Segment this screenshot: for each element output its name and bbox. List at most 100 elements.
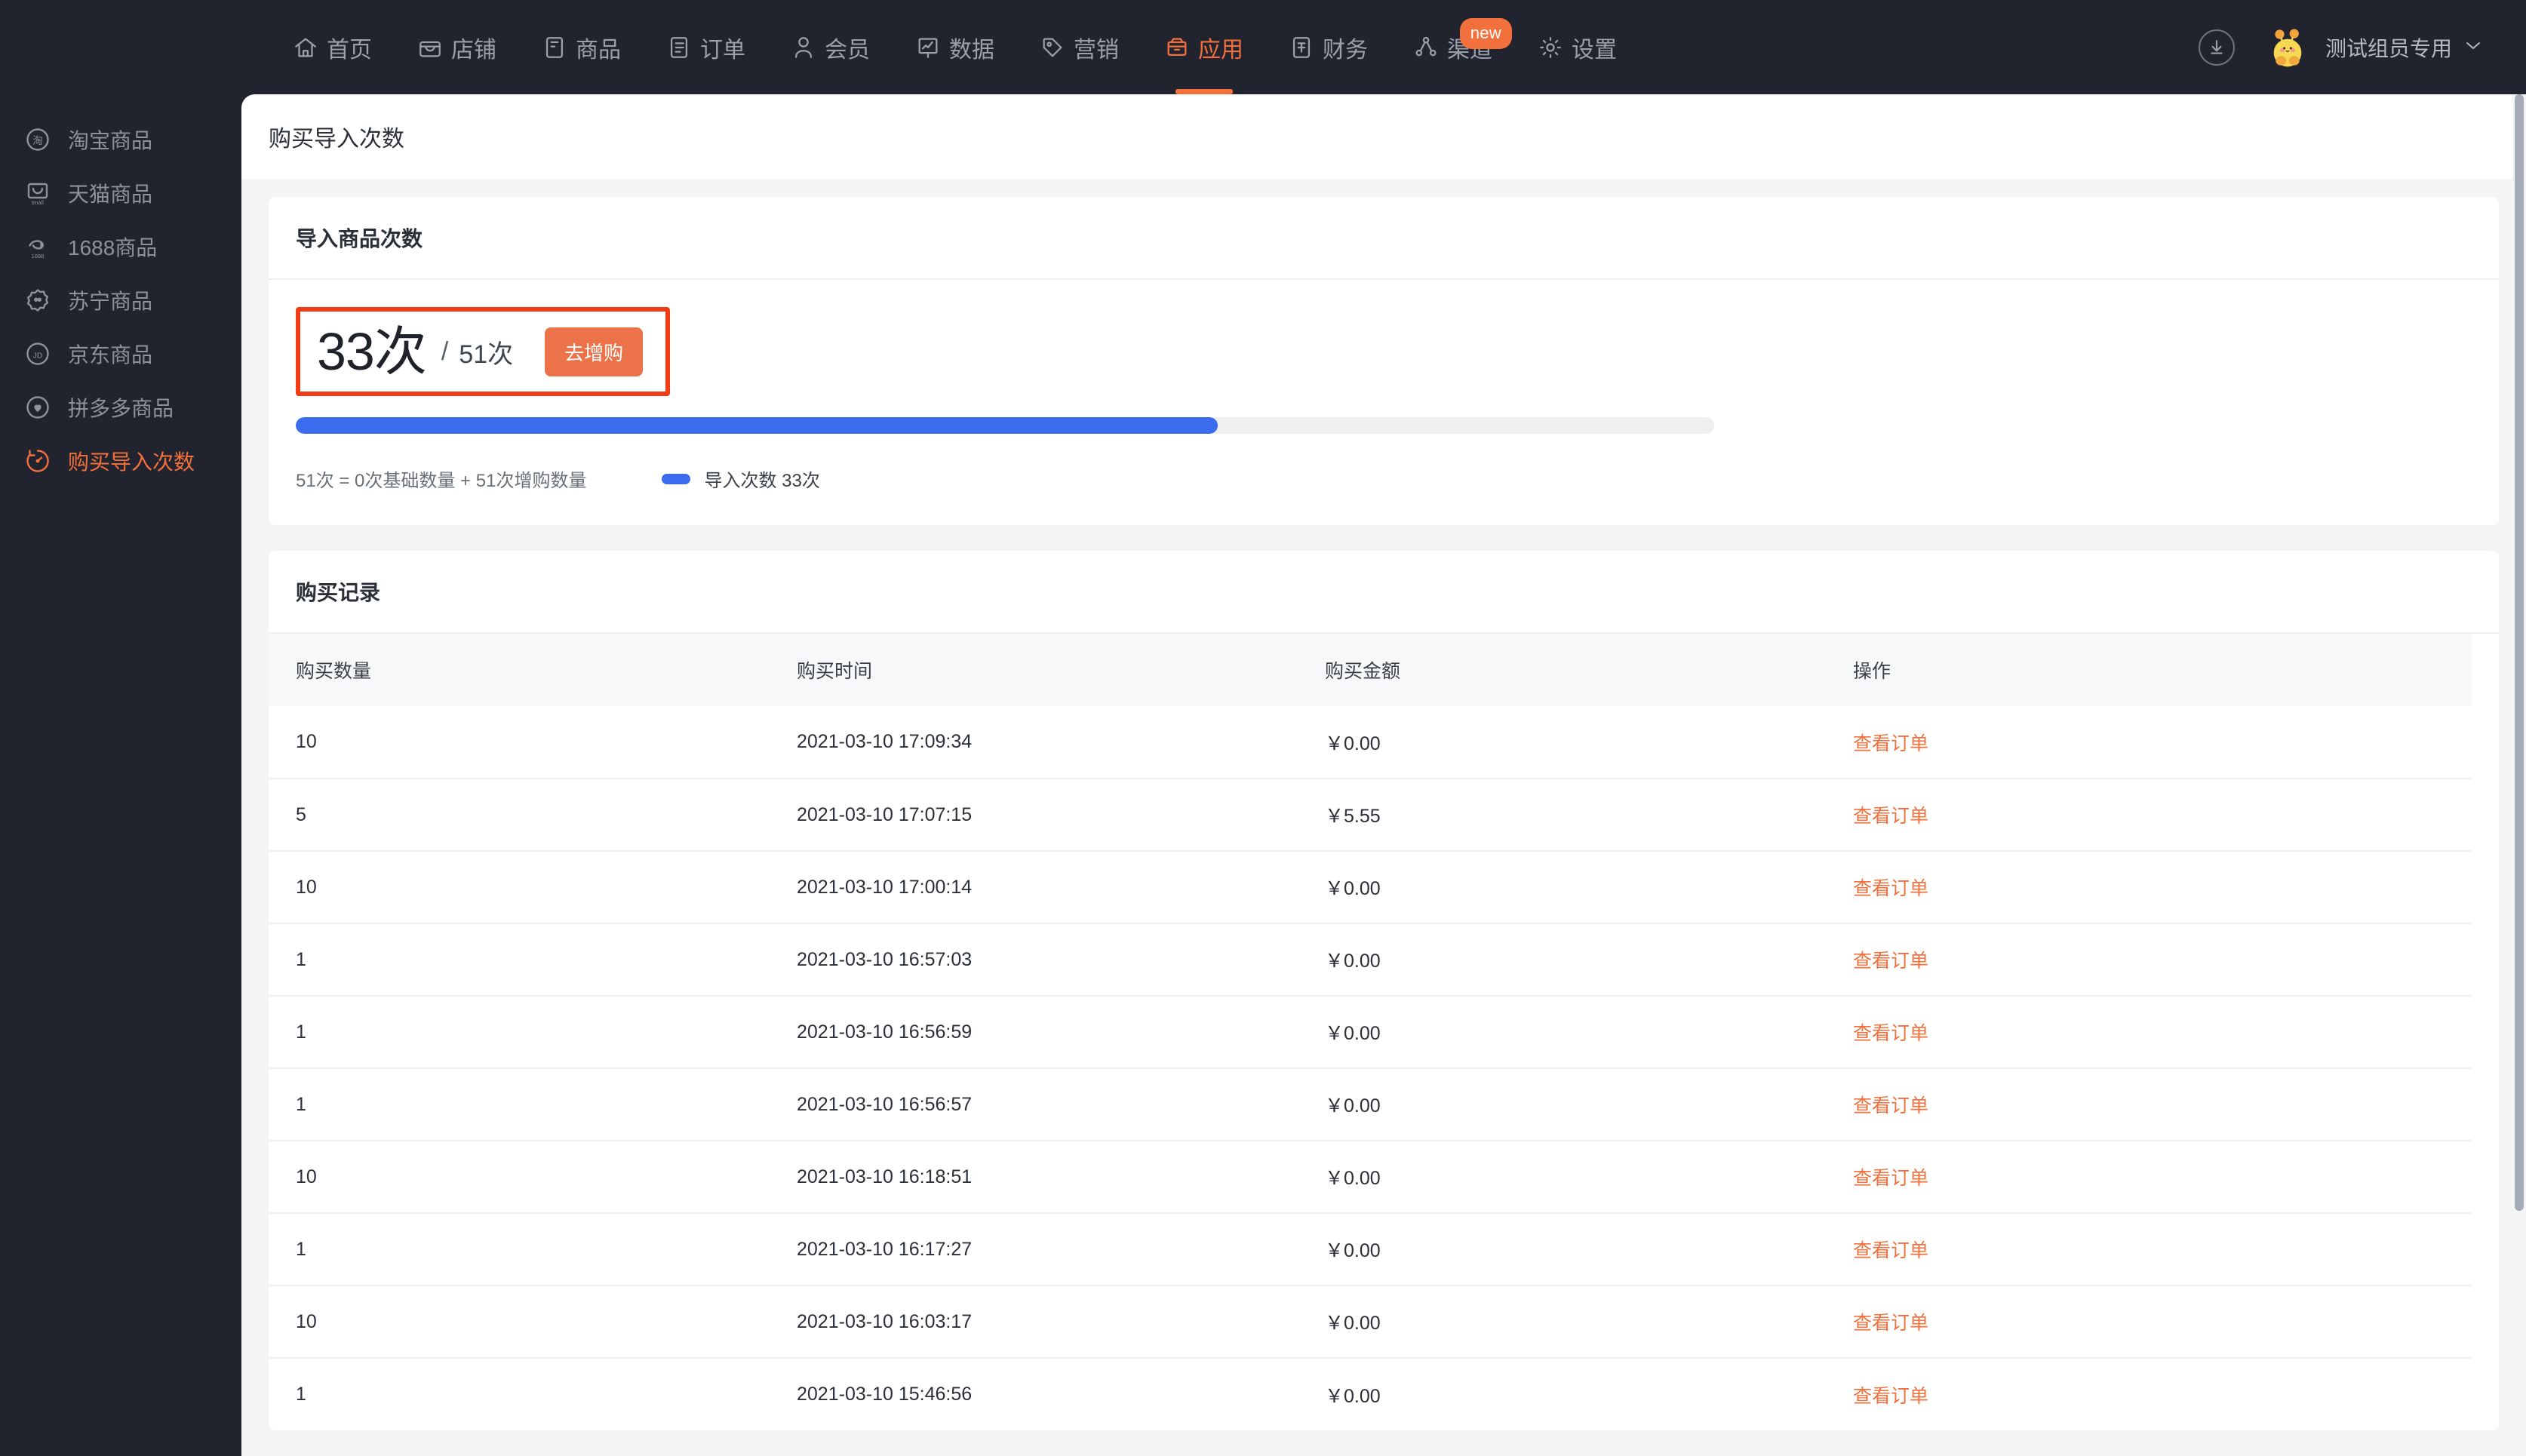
cell-amount: ￥0.00 [1325,851,1853,924]
sidebar-item-天猫商品[interactable]: tmall 天猫商品 [0,166,241,220]
purchase-records-card: 购买记录 购买数量 购买时间 购买金额 操作 10 2021-03-10 17:0… [269,551,2499,1430]
purchase-records-table: 购买数量 购买时间 购买金额 操作 10 2021-03-10 17:09:34 ￥… [269,634,2472,1430]
sidebar-item-label: 1688商品 [68,235,158,260]
legend-label: 导入次数 33次 [704,471,820,491]
nav-item-label: 应用 [1198,37,1243,63]
nav-item-店铺[interactable]: 店铺 [395,0,519,94]
quota-meta-row: 51次 = 0次基础数量 + 51次增购数量 导入次数 33次 [296,465,2472,492]
cell-action[interactable]: 查看订单 [1853,1141,2472,1214]
table-row: 10 2021-03-10 16:03:17 ￥0.00 查看订单 [269,1286,2472,1359]
cell-quantity: 1 [269,1068,797,1141]
nav-item-label: 商品 [576,37,621,63]
nav-item-商品[interactable]: 商品 [519,0,644,94]
app-box-icon [1164,35,1190,60]
cell-action[interactable]: 查看订单 [1853,1286,2472,1359]
quota-progress-track [296,417,1714,434]
view-order-link[interactable]: 查看订单 [1853,878,1928,899]
scrollbar-thumb[interactable] [2515,94,2524,1211]
cell-quantity: 10 [269,706,797,779]
quota-progress-fill [296,417,1218,434]
page-title: 购买导入次数 [269,127,404,152]
nav-item-设置[interactable]: 设置 [1515,0,1639,94]
content-area: 购买导入次数 导入商品次数 33次 / 51次 去增购 51次 = 0次基础数量… [241,94,2526,1456]
sidebar-item-购买导入次数[interactable]: 购买导入次数 [0,434,241,487]
sidebar-item-苏宁商品[interactable]: 苏宁商品 [0,273,241,327]
svg-text:淘: 淘 [32,135,43,146]
nav-item-应用[interactable]: 应用 [1142,0,1266,94]
view-order-link[interactable]: 查看订单 [1853,733,1928,754]
nav-item-营销[interactable]: 营销 [1017,0,1142,94]
sidebar-item-淘宝商品[interactable]: 淘 淘宝商品 [0,112,241,166]
sidebar-item-label: 购买导入次数 [68,450,195,474]
top-nav-items: 首页 店铺 商品 订单 会员 数据 营销 应用 财务 渠道 new 设置 [270,0,1639,94]
table-row: 10 2021-03-10 16:18:51 ￥0.00 查看订单 [269,1141,2472,1214]
cell-quantity: 1 [269,1213,797,1286]
table-header: 购买数量 购买时间 购买金额 操作 [269,634,2472,706]
cell-time: 2021-03-10 16:03:17 [797,1286,1325,1359]
nav-item-财务[interactable]: 财务 [1266,0,1391,94]
sidebar: 淘 淘宝商品 tmall 天猫商品 1688 1688商品苏宁商品 JD 京东商品 拼多多商品购… [0,94,241,1456]
view-order-link[interactable]: 查看订单 [1853,1023,1928,1044]
view-order-link[interactable]: 查看订单 [1853,1095,1928,1117]
sidebar-item-京东商品[interactable]: JD 京东商品 [0,327,241,380]
cell-action[interactable]: 查看订单 [1853,851,2472,924]
cell-action[interactable]: 查看订单 [1853,1068,2472,1141]
download-icon[interactable] [2198,29,2235,66]
cell-action[interactable]: 查看订单 [1853,996,2472,1069]
table-header-row: 购买数量 购买时间 购买金额 操作 [269,634,2472,706]
suning-icon [24,287,51,314]
sidebar-item-label: 淘宝商品 [68,128,153,152]
chart-icon [915,35,941,60]
view-order-link[interactable]: 查看订单 [1853,1168,1928,1189]
vertical-scrollbar[interactable] [2512,94,2526,1456]
nav-item-label: 订单 [700,37,745,63]
page-header: 购买导入次数 [241,94,2526,179]
cell-action[interactable]: 查看订单 [1853,706,2472,779]
cell-action[interactable]: 查看订单 [1853,923,2472,997]
nav-item-渠道[interactable]: 渠道 new [1391,0,1515,94]
view-order-link[interactable]: 查看订单 [1853,1386,1928,1407]
view-order-link[interactable]: 查看订单 [1853,951,1928,972]
cell-quantity: 1 [269,923,797,997]
cell-time: 2021-03-10 16:17:27 [797,1213,1325,1286]
cell-amount: ￥0.00 [1325,1286,1853,1359]
jd-icon: JD [24,340,51,367]
nav-item-label: 首页 [327,37,372,63]
view-order-link[interactable]: 查看订单 [1853,1240,1928,1261]
cell-time: 2021-03-10 16:18:51 [797,1141,1325,1214]
cell-quantity: 1 [296,1384,306,1405]
cell-quantity: 10 [269,851,797,924]
tag-icon [1040,35,1065,60]
sidebar-item-1688商品[interactable]: 1688 1688商品 [0,220,241,273]
cell-time: 2021-03-10 16:56:57 [797,1068,1325,1141]
sidebar-item-拼多多商品[interactable]: 拼多多商品 [0,380,241,434]
cell-action[interactable]: 查看订单 [1853,1213,2472,1286]
nav-item-订单[interactable]: 订单 [644,0,768,94]
table-body: 10 2021-03-10 17:09:34 ￥0.00 查看订单 5 2021-03-1… [269,706,2472,1430]
cell-action[interactable]: 查看订单 [1853,1358,2472,1430]
svg-text:JD: JD [33,351,43,360]
cell-quantity: 5 [269,779,797,852]
top-nav-right-cluster: 测试组员专用 [2198,0,2482,94]
quota-used-value: 33次 [317,322,427,381]
column-header-action: 操作 [1853,634,2472,706]
cell-amount: ￥0.00 [1325,1213,1853,1286]
view-order-link[interactable]: 查看订单 [1853,1313,1928,1334]
counter-icon [24,447,51,475]
legend-color-swatch-icon [662,473,691,484]
cell-time: 2021-03-10 17:00:14 [797,851,1325,924]
alibaba-icon: 1688 [24,233,51,260]
cell-quantity: 10 [269,1286,797,1359]
chevron-down-icon[interactable] [2464,40,2482,54]
avatar[interactable] [2266,26,2309,69]
buy-more-button[interactable]: 去增购 [545,327,644,376]
nav-item-数据[interactable]: 数据 [893,0,1017,94]
nav-item-会员[interactable]: 会员 [768,0,893,94]
cell-action[interactable]: 查看订单 [1853,779,2472,852]
member-icon [791,35,816,60]
cell-amount: ￥0.00 [1325,1385,1381,1407]
nav-item-首页[interactable]: 首页 [270,0,395,94]
view-order-link[interactable]: 查看订单 [1853,806,1928,827]
nav-item-label: 财务 [1323,37,1368,63]
username-label[interactable]: 测试组员专用 [2325,32,2452,63]
